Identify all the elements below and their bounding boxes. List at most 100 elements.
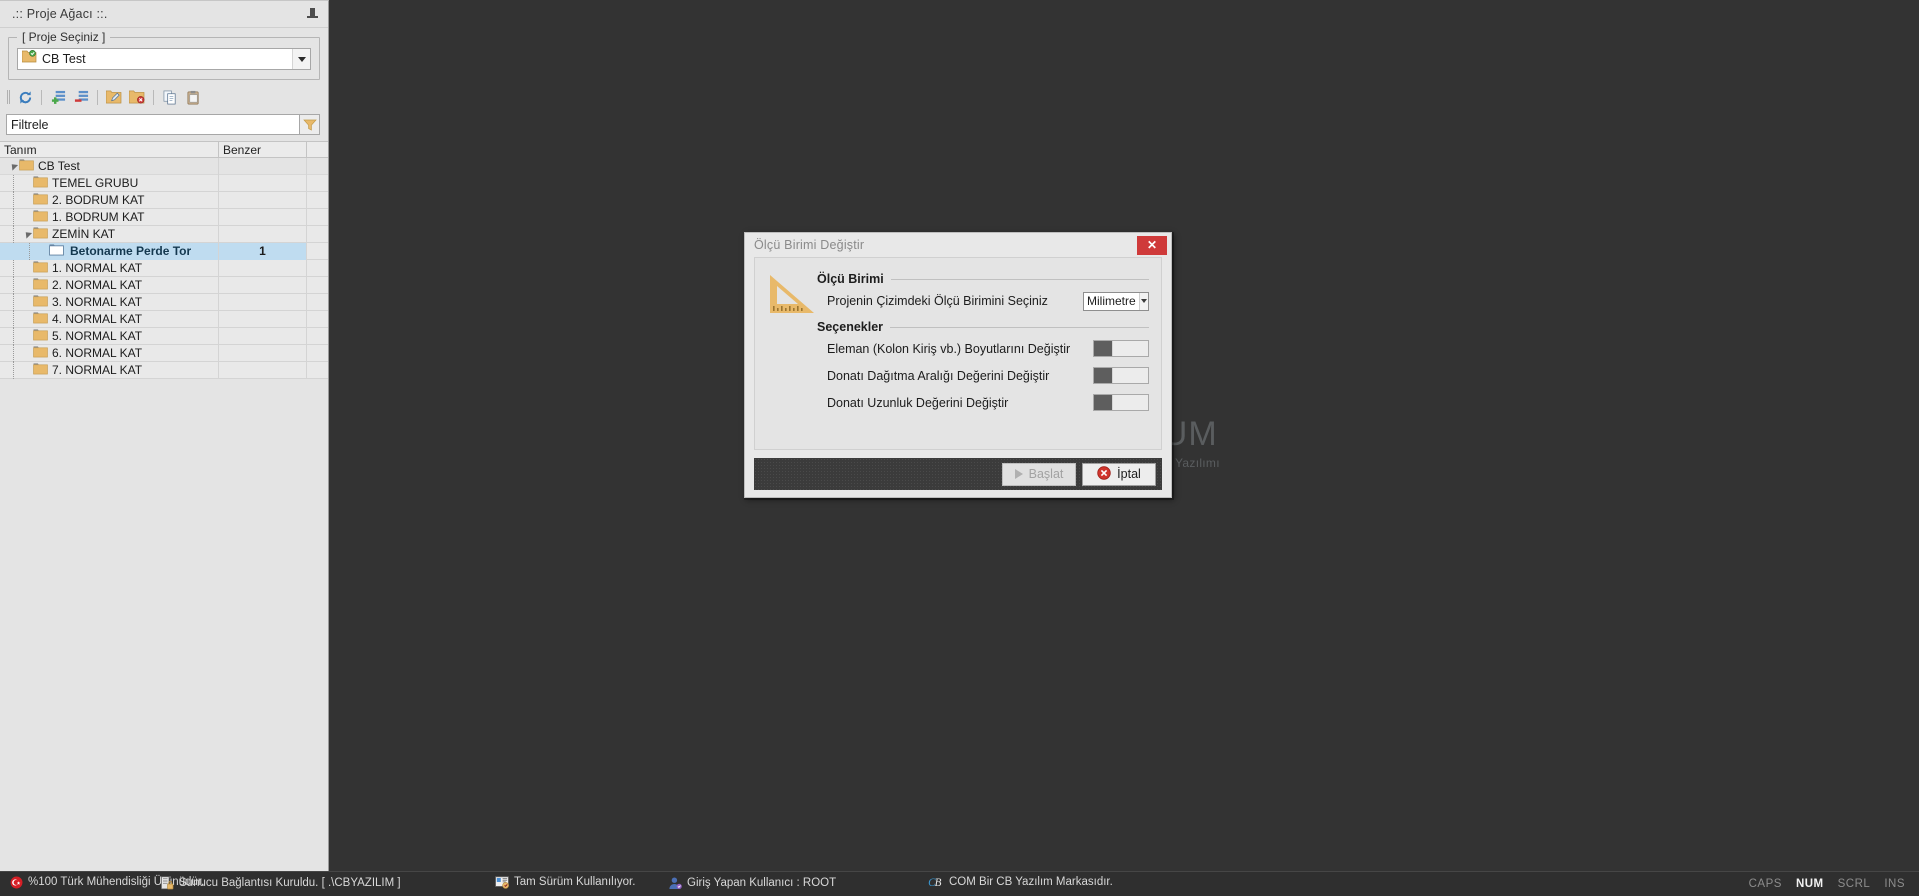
tree-guide-line bbox=[13, 344, 14, 362]
server-lock-icon bbox=[160, 875, 174, 890]
tree-indent bbox=[0, 361, 22, 379]
tree-row[interactable]: 1. BODRUM KAT bbox=[0, 208, 328, 226]
tree-row[interactable]: ZEMİN KAT bbox=[0, 225, 328, 243]
project-tree-list: CB Test TEMEL GRUBU 2. BODRUM KAT 1. BODRUM… bbox=[0, 157, 328, 379]
tree-expander-icon[interactable] bbox=[22, 226, 33, 243]
folder-icon bbox=[33, 226, 48, 242]
tree-expander-placeholder bbox=[22, 311, 33, 328]
tree-row[interactable]: TEMEL GRUBU bbox=[0, 174, 328, 192]
tree-row[interactable]: CB Test bbox=[0, 157, 328, 175]
tree-row[interactable]: 4. NORMAL KAT bbox=[0, 310, 328, 328]
folder-icon bbox=[33, 192, 48, 208]
tree-row-label: 2. NORMAL KAT bbox=[52, 278, 143, 292]
option-row: Donatı Dağıtma Aralığı Değerini Değiştir bbox=[817, 363, 1149, 388]
toggle-rebar-spacing[interactable] bbox=[1093, 367, 1149, 384]
column-header-benzer[interactable]: Benzer bbox=[219, 142, 307, 157]
tree-row[interactable]: 5. NORMAL KAT bbox=[0, 327, 328, 345]
tree-expander-placeholder bbox=[22, 209, 33, 226]
tree-row-name-cell[interactable]: 4. NORMAL KAT bbox=[0, 310, 219, 328]
option-label: Eleman (Kolon Kiriş vb.) Boyutlarını Değ… bbox=[827, 341, 1071, 356]
refresh-button[interactable] bbox=[15, 87, 35, 107]
tree-row-label: 1. NORMAL KAT bbox=[52, 261, 143, 275]
toolbar-grip[interactable] bbox=[7, 90, 10, 104]
tree-row-name-cell[interactable]: Betonarme Perde Tor bbox=[0, 242, 219, 260]
section-divider-options bbox=[890, 326, 1149, 328]
tree-guide-line bbox=[29, 242, 30, 260]
tree-toolbar bbox=[0, 86, 328, 108]
status-bar-item: Giriş Yapan Kullanıcı : ROOT bbox=[668, 876, 836, 890]
dialog-body: Ölçü Birimi Projenin Çizimdeki Ölçü Biri… bbox=[754, 257, 1162, 450]
unit-select-value: Milimetre bbox=[1087, 294, 1136, 308]
tree-row[interactable]: 3. NORMAL KAT bbox=[0, 293, 328, 311]
copy-button[interactable] bbox=[160, 87, 180, 107]
tree-row-similar-cell bbox=[219, 276, 307, 294]
tree-row-name-cell[interactable]: 6. NORMAL KAT bbox=[0, 344, 219, 362]
chevron-down-icon[interactable] bbox=[292, 49, 310, 69]
tree-guide-line bbox=[13, 310, 14, 328]
project-select-value: CB Test bbox=[42, 52, 86, 66]
filter-input[interactable] bbox=[6, 114, 300, 135]
toggle-track bbox=[1112, 368, 1148, 383]
edit-node-button[interactable] bbox=[104, 87, 124, 107]
chevron-down-icon[interactable] bbox=[1138, 292, 1148, 310]
tree-expander-icon[interactable] bbox=[8, 158, 19, 175]
tree-row-name-cell[interactable]: 5. NORMAL KAT bbox=[0, 327, 219, 345]
tree-row-name-cell[interactable]: CB Test bbox=[0, 157, 219, 175]
delete-folder-button[interactable] bbox=[127, 87, 147, 107]
add-node-button[interactable] bbox=[48, 87, 68, 107]
tree-row[interactable]: 7. NORMAL KAT bbox=[0, 361, 328, 379]
unit-select-control: Milimetre bbox=[1083, 291, 1149, 311]
tree-indent bbox=[0, 225, 22, 243]
tree-indent bbox=[0, 191, 22, 209]
tree-row-name-cell[interactable]: 2. BODRUM KAT bbox=[0, 191, 219, 209]
close-icon[interactable]: ✕ bbox=[1137, 235, 1167, 255]
unit-select-dropdown[interactable]: Milimetre bbox=[1083, 291, 1149, 311]
folder-icon bbox=[33, 362, 48, 378]
option-control bbox=[1093, 394, 1149, 411]
toggle-track bbox=[1112, 341, 1148, 356]
tree-row-name-cell[interactable]: 1. NORMAL KAT bbox=[0, 259, 219, 277]
tree-row-similar-cell bbox=[219, 225, 307, 243]
remove-node-button[interactable] bbox=[71, 87, 91, 107]
funnel-icon[interactable] bbox=[300, 114, 320, 135]
tree-row-name-cell[interactable]: 1. BODRUM KAT bbox=[0, 208, 219, 226]
start-button[interactable]: Başlat bbox=[1002, 462, 1076, 486]
tree-guide-line bbox=[13, 174, 14, 192]
column-header-tanim[interactable]: Tanım bbox=[0, 142, 219, 157]
tree-row[interactable]: 6. NORMAL KAT bbox=[0, 344, 328, 362]
tree-row-label: 2. BODRUM KAT bbox=[52, 193, 145, 207]
status-bar-item-label: Tam Sürüm Kullanılıyor. bbox=[514, 876, 636, 888]
tree-row-name-cell[interactable]: TEMEL GRUBU bbox=[0, 174, 219, 192]
toggle-element-dimensions[interactable] bbox=[1093, 340, 1149, 357]
tree-row[interactable]: Betonarme Perde Tor 1 bbox=[0, 242, 328, 260]
tree-row-name-cell[interactable]: 2. NORMAL KAT bbox=[0, 276, 219, 294]
tree-expander-placeholder bbox=[22, 328, 33, 345]
folder-icon bbox=[33, 175, 48, 191]
project-select-dropdown[interactable]: CB Test bbox=[17, 48, 311, 70]
tree-row-name-cell[interactable]: 7. NORMAL KAT bbox=[0, 361, 219, 379]
toggle-knob bbox=[1094, 368, 1112, 383]
tree-row[interactable]: 2. BODRUM KAT bbox=[0, 191, 328, 209]
tree-row-similar-cell bbox=[219, 259, 307, 277]
tree-row-name-cell[interactable]: ZEMİN KAT bbox=[0, 225, 219, 243]
option-label: Donatı Uzunluk Değerini Değiştir bbox=[827, 395, 1009, 410]
tree-row[interactable]: 1. NORMAL KAT bbox=[0, 259, 328, 277]
tree-indent bbox=[0, 276, 22, 294]
section-divider-unit bbox=[890, 278, 1149, 280]
paste-button[interactable] bbox=[183, 87, 203, 107]
tree-row-similar-cell bbox=[219, 361, 307, 379]
user-icon bbox=[668, 876, 682, 890]
unit-change-dialog: Ölçü Birimi Değiştir ✕ Ölçü Birimi Proje… bbox=[744, 232, 1172, 498]
tree-row-name-cell[interactable]: 3. NORMAL KAT bbox=[0, 293, 219, 311]
dialog-fields: Ölçü Birimi Projenin Çizimdeki Ölçü Biri… bbox=[817, 266, 1149, 415]
tree-expander-placeholder bbox=[22, 175, 33, 192]
option-rows: Eleman (Kolon Kiriş vb.) Boyutlarını Değ… bbox=[817, 336, 1149, 415]
tree-row-label: 3. NORMAL KAT bbox=[52, 295, 143, 309]
tree-row-label: 6. NORMAL KAT bbox=[52, 346, 143, 360]
cancel-button[interactable]: İptal bbox=[1082, 462, 1156, 486]
toolbar-separator-2 bbox=[97, 89, 98, 105]
toggle-rebar-length[interactable] bbox=[1093, 394, 1149, 411]
tree-guide-line bbox=[13, 208, 14, 226]
pin-icon[interactable] bbox=[306, 7, 319, 21]
tree-row[interactable]: 2. NORMAL KAT bbox=[0, 276, 328, 294]
